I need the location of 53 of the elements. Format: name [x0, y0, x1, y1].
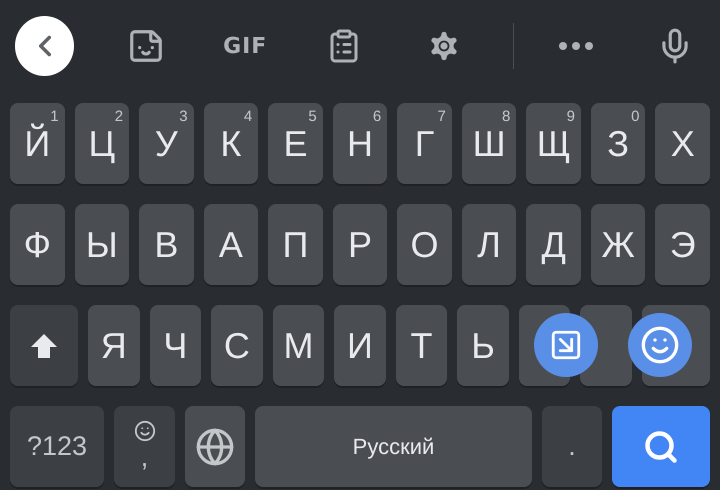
- more-icon: [559, 42, 594, 50]
- number-hint: 5: [308, 108, 317, 125]
- letter-key[interactable]: О: [397, 204, 452, 285]
- letter-key[interactable]: Й 1: [10, 103, 65, 184]
- number-hint: 6: [372, 108, 382, 125]
- letter-key[interactable]: Х: [655, 103, 710, 184]
- number-hint: 2: [114, 108, 124, 125]
- shift-key[interactable]: [10, 305, 78, 386]
- letter-key[interactable]: Г 7: [397, 103, 452, 184]
- letter-key[interactable]: В: [139, 204, 194, 285]
- globe-icon: [195, 426, 235, 466]
- smiley-icon: [134, 420, 156, 442]
- letter-key[interactable]: П: [268, 204, 323, 285]
- period-key[interactable]: .: [542, 406, 602, 487]
- number-hint: 1: [50, 108, 59, 125]
- letter-key[interactable]: У 3: [139, 103, 194, 184]
- search-icon: [643, 428, 679, 464]
- language-key[interactable]: [185, 406, 245, 487]
- letter-key[interactable]: Э: [655, 204, 710, 285]
- letter-key[interactable]: Щ 9: [526, 103, 581, 184]
- number-hint: 7: [437, 108, 446, 125]
- number-hint: 4: [244, 108, 252, 125]
- letter-key[interactable]: Ы: [74, 204, 130, 285]
- letter-key[interactable]: М: [272, 305, 324, 386]
- letter-key[interactable]: Ж: [590, 204, 646, 285]
- letter-key[interactable]: И: [334, 305, 386, 386]
- letter-key[interactable]: Е 5: [268, 103, 323, 184]
- letter-key[interactable]: Я: [88, 305, 140, 386]
- shift-arrow-icon: [29, 332, 59, 360]
- letter-key[interactable]: А: [204, 204, 258, 285]
- letter-key[interactable]: Ф: [10, 204, 65, 285]
- gif-button[interactable]: GIF: [216, 16, 275, 76]
- number-hint: 0: [631, 108, 640, 125]
- letter-key[interactable]: С: [211, 305, 263, 386]
- letter-key[interactable]: Н 6: [332, 103, 388, 184]
- search-key[interactable]: [612, 406, 710, 487]
- letter-key[interactable]: З 0: [590, 103, 646, 184]
- letter-key[interactable]: Л: [462, 204, 516, 285]
- letter-key[interactable]: Ш 8: [462, 103, 516, 184]
- letter-key[interactable]: Ч: [150, 305, 202, 386]
- letter-key[interactable]: Ц 2: [74, 103, 130, 184]
- letter-key[interactable]: Р: [332, 204, 388, 285]
- letter-key[interactable]: Д: [526, 204, 581, 285]
- space-bar[interactable]: Русский: [255, 406, 532, 487]
- letter-key[interactable]: Ь: [457, 305, 509, 386]
- letter-key[interactable]: К 4: [204, 103, 258, 184]
- symbols-key[interactable]: ?123: [10, 406, 104, 487]
- number-hint: 9: [566, 108, 575, 125]
- comma-key[interactable]: ,: [114, 406, 175, 487]
- smiley-icon: [640, 325, 680, 365]
- number-hint: 3: [179, 108, 188, 125]
- number-hint: 8: [502, 108, 510, 125]
- letter-key[interactable]: Т: [396, 305, 448, 386]
